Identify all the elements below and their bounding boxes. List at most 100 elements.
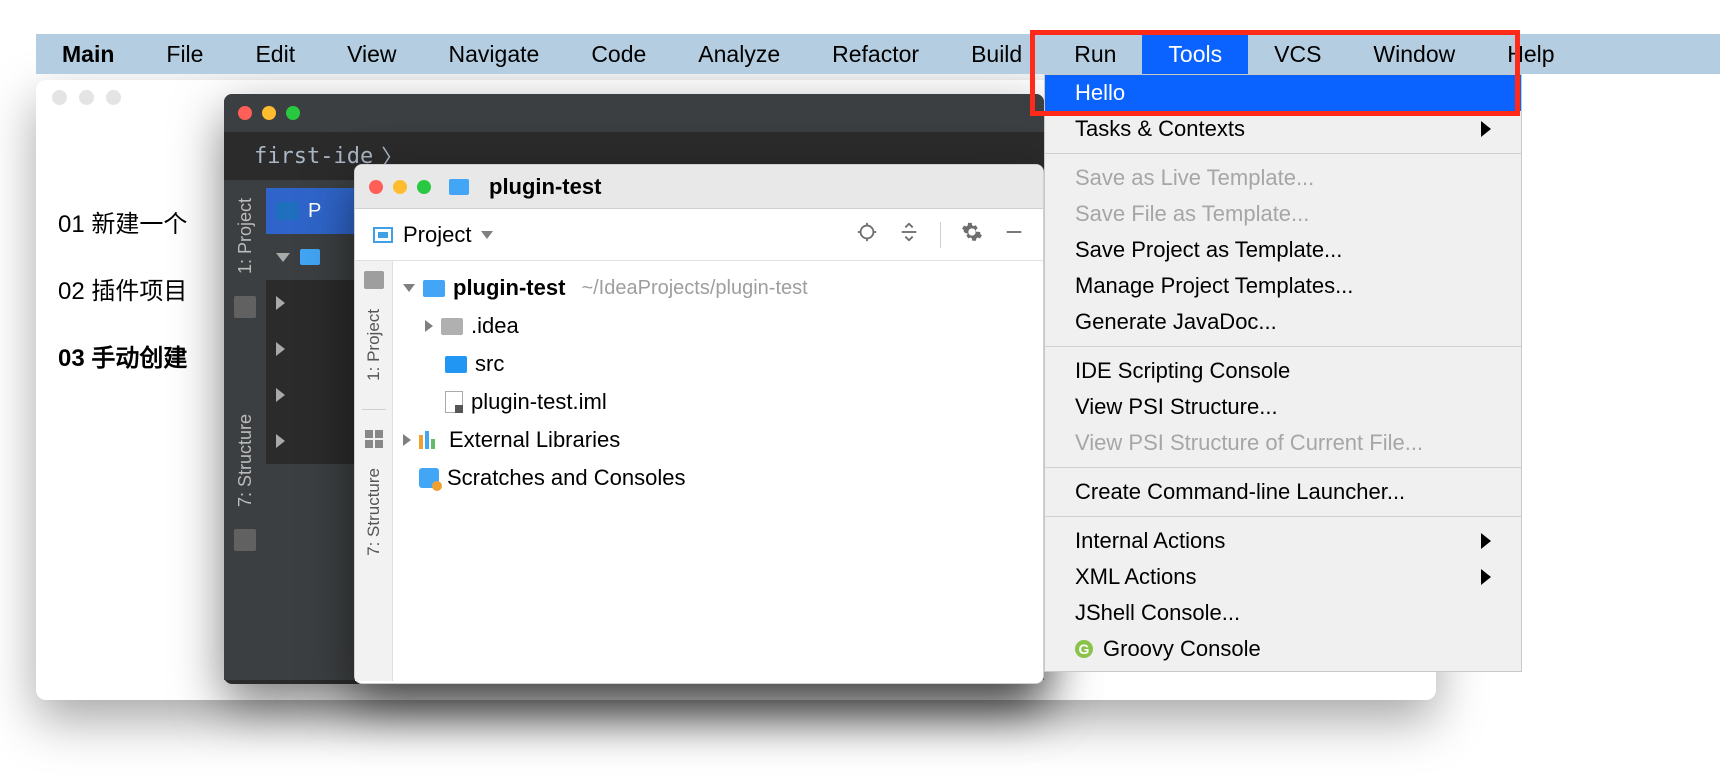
tool-window-project[interactable]: 1: Project <box>235 198 256 274</box>
tool-window-structure[interactable]: 7: Structure <box>364 468 384 556</box>
tree-scratches[interactable]: Scratches and Consoles <box>397 459 1039 497</box>
maximize-icon[interactable] <box>106 90 121 105</box>
close-icon[interactable] <box>369 180 383 194</box>
dropdown-manage-templates[interactable]: Manage Project Templates... <box>1045 268 1521 304</box>
document-list: 01 新建一个 02 插件项目 03 手动创建 <box>58 204 187 405</box>
library-icon <box>419 431 441 449</box>
minimize-icon[interactable] <box>262 106 276 120</box>
dropdown-save-project-template[interactable]: Save Project as Template... <box>1045 232 1521 268</box>
maximize-icon[interactable] <box>417 180 431 194</box>
doc-item-1[interactable]: 01 新建一个 <box>58 204 187 239</box>
folder-icon <box>423 280 445 297</box>
submenu-arrow-icon <box>1481 533 1491 549</box>
close-icon[interactable] <box>52 90 67 105</box>
menu-edit[interactable]: Edit <box>229 34 321 74</box>
chevron-down-icon[interactable] <box>403 284 415 292</box>
dropdown-separator <box>1045 516 1521 517</box>
dropdown-tasks-contexts[interactable]: Tasks & Contexts <box>1045 111 1521 147</box>
doc-item-3[interactable]: 03 手动创建 <box>58 338 187 373</box>
submenu-arrow-icon <box>1481 121 1491 137</box>
structure-icon <box>365 430 383 448</box>
scratches-icon <box>419 468 439 488</box>
dropdown-save-file-template: Save File as Template... <box>1045 196 1521 232</box>
file-icon <box>445 391 463 413</box>
dropdown-internal-actions[interactable]: Internal Actions <box>1045 523 1521 559</box>
locate-icon[interactable] <box>856 221 878 249</box>
tool-window-project[interactable]: 1: Project <box>364 309 384 381</box>
project-toolbar: Project <box>355 209 1043 261</box>
menu-refactor[interactable]: Refactor <box>806 34 945 74</box>
folder-icon <box>276 202 298 220</box>
ide-light-window: plugin-test Project 1: Project <box>354 164 1044 684</box>
groovy-icon: G <box>1075 640 1093 658</box>
project-path: ~/IdeaProjects/plugin-test <box>581 277 807 300</box>
menu-run[interactable]: Run <box>1048 34 1142 74</box>
dropdown-xml-actions[interactable]: XML Actions <box>1045 559 1521 595</box>
window-title: plugin-test <box>489 174 601 200</box>
chevron-right-icon[interactable] <box>425 320 433 332</box>
menubar: Main File Edit View Navigate Code Analyz… <box>36 34 1720 74</box>
minimize-icon[interactable] <box>79 90 94 105</box>
chevron-right-icon <box>276 434 285 448</box>
chevron-down-icon <box>276 253 290 262</box>
folder-icon <box>234 296 256 318</box>
tool-window-structure[interactable]: 7: Structure <box>235 414 256 507</box>
gear-icon[interactable] <box>961 221 983 249</box>
chevron-right-icon <box>276 388 285 402</box>
tree-root[interactable]: plugin-test ~/IdeaProjects/plugin-test <box>397 269 1039 307</box>
doc-item-2[interactable]: 02 插件项目 <box>58 271 187 306</box>
dropdown-separator <box>1045 467 1521 468</box>
menu-navigate[interactable]: Navigate <box>423 34 566 74</box>
project-tree: plugin-test ~/IdeaProjects/plugin-test .… <box>393 261 1043 681</box>
dropdown-generate-javadoc[interactable]: Generate JavaDoc... <box>1045 304 1521 340</box>
chevron-right-icon <box>276 342 285 356</box>
dropdown-view-psi-current: View PSI Structure of Current File... <box>1045 425 1521 461</box>
toolbar-separator <box>940 222 941 248</box>
folder-icon <box>300 249 320 265</box>
hide-icon[interactable] <box>1003 221 1025 249</box>
project-icon <box>449 179 469 195</box>
minimize-icon[interactable] <box>393 180 407 194</box>
folder-icon <box>445 356 467 373</box>
gutter-separator <box>362 409 386 410</box>
tree-src[interactable]: src <box>397 345 1039 383</box>
light-titlebar: plugin-test <box>355 165 1043 209</box>
dropdown-jshell[interactable]: JShell Console... <box>1045 595 1521 631</box>
menu-build[interactable]: Build <box>945 34 1048 74</box>
maximize-icon[interactable] <box>286 106 300 120</box>
menu-code[interactable]: Code <box>565 34 672 74</box>
tree-external-libraries[interactable]: External Libraries <box>397 421 1039 459</box>
dropdown-view-psi[interactable]: View PSI Structure... <box>1045 389 1521 425</box>
menu-analyze[interactable]: Analyze <box>672 34 806 74</box>
dark-left-gutter: 1: Project 7: Structure <box>224 180 266 680</box>
structure-icon <box>234 529 256 551</box>
menu-window[interactable]: Window <box>1347 34 1481 74</box>
menu-main[interactable]: Main <box>36 34 140 74</box>
folder-icon <box>364 271 384 289</box>
chevron-right-icon <box>276 296 285 310</box>
dropdown-separator <box>1045 346 1521 347</box>
menu-help[interactable]: Help <box>1481 34 1580 74</box>
folder-icon <box>441 318 463 335</box>
chevron-right-icon[interactable] <box>403 434 411 446</box>
chevron-down-icon[interactable] <box>481 231 493 239</box>
menu-view[interactable]: View <box>321 34 422 74</box>
dropdown-save-live-template: Save as Live Template... <box>1045 160 1521 196</box>
dropdown-hello[interactable]: Hello <box>1045 75 1521 111</box>
menu-file[interactable]: File <box>140 34 229 74</box>
dropdown-groovy[interactable]: GGroovy Console <box>1045 631 1521 667</box>
menu-vcs[interactable]: VCS <box>1248 34 1347 74</box>
submenu-arrow-icon <box>1481 569 1491 585</box>
dark-titlebar <box>224 94 1044 132</box>
tree-iml[interactable]: plugin-test.iml <box>397 383 1039 421</box>
tools-dropdown: Hello Tasks & Contexts Save as Live Temp… <box>1044 74 1522 672</box>
project-view-icon <box>373 227 393 243</box>
dropdown-cmd-launcher[interactable]: Create Command-line Launcher... <box>1045 474 1521 510</box>
view-selector[interactable]: Project <box>403 222 471 248</box>
close-icon[interactable] <box>238 106 252 120</box>
tree-idea[interactable]: .idea <box>397 307 1039 345</box>
menu-tools[interactable]: Tools <box>1142 34 1248 74</box>
dropdown-ide-scripting[interactable]: IDE Scripting Console <box>1045 353 1521 389</box>
light-left-gutter: 1: Project 7: Structure <box>355 261 393 681</box>
collapse-all-icon[interactable] <box>898 221 920 249</box>
